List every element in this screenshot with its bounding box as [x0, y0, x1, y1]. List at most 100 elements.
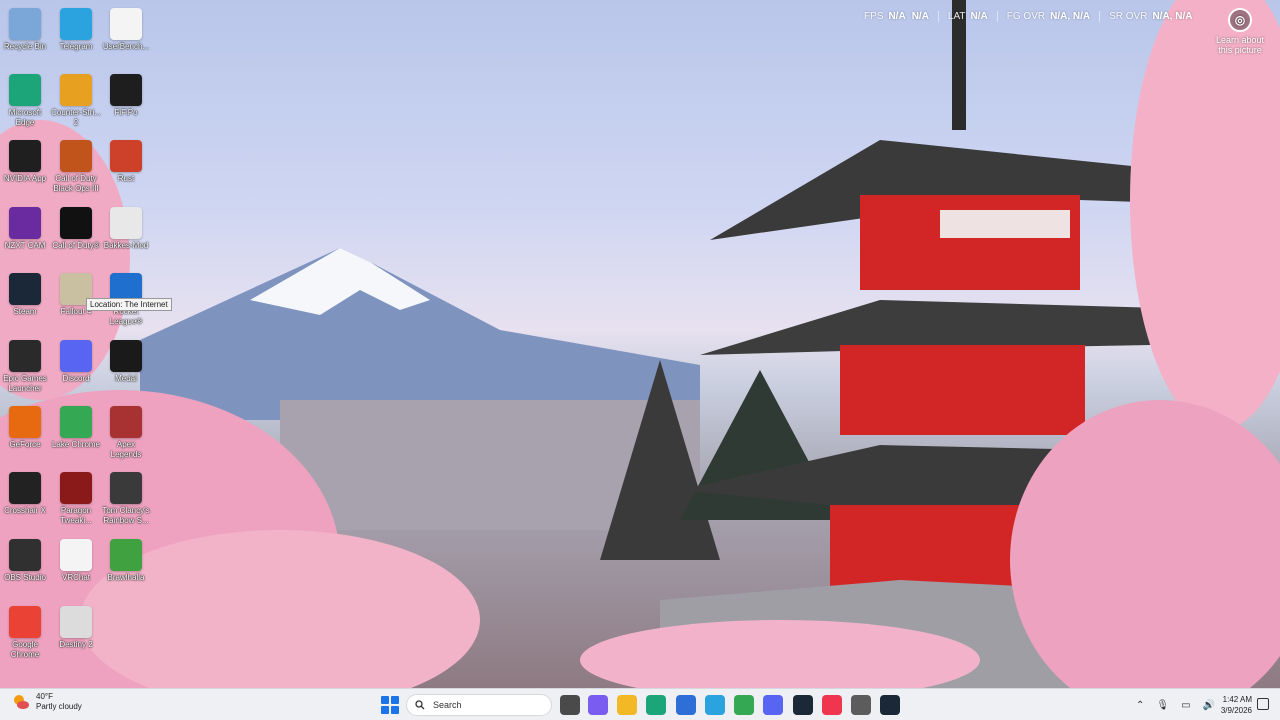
- desktop-icon[interactable]: Recycle Bin: [0, 4, 50, 52]
- steam-icon[interactable]: [880, 695, 900, 715]
- geforce-icon: [9, 406, 41, 438]
- tooltip: Location: The Internet: [86, 298, 172, 311]
- steam-icon: [9, 273, 41, 305]
- performance-overlay: FPS N/A N/A LAT N/A FG OVR N/A, N/A SR O…: [864, 11, 1201, 22]
- desktop-icon-label: Rust: [117, 174, 135, 183]
- chevron-up-icon[interactable]: ⌃: [1136, 700, 1144, 711]
- desktop-icon-label: Medal: [115, 374, 137, 383]
- weather-widget[interactable]: 40°F Partly cloudy: [12, 692, 82, 712]
- notification-icon[interactable]: [1257, 698, 1269, 710]
- desktop-icon[interactable]: Medal: [101, 336, 151, 384]
- desktop-icon-label: Tom Clancy's Rainbow S...: [102, 506, 150, 525]
- discord-icon[interactable]: [763, 695, 783, 715]
- fifipo-icon: [110, 74, 142, 106]
- userbenchmark-icon: [110, 8, 142, 40]
- desktop-icon[interactable]: NVIDIA App: [0, 136, 50, 184]
- desktop-icon[interactable]: Counter-Stri... 2: [51, 70, 101, 128]
- clock-date: 3/9/2026: [1220, 706, 1252, 715]
- system-tray: ⌃ 🎙 ▭ 🔊: [1136, 689, 1215, 720]
- desktop-icon-label: VRChat: [61, 573, 90, 582]
- clock[interactable]: 1:42 AM 3/9/2026: [1212, 694, 1252, 716]
- itunes-icon[interactable]: [822, 695, 842, 715]
- search-box[interactable]: Search: [406, 694, 552, 716]
- epic-icon: [9, 340, 41, 372]
- obs-icon: [9, 539, 41, 571]
- desktop-icon[interactable]: Brawlhalla: [101, 535, 151, 583]
- chrome-icon: [60, 406, 92, 438]
- desktop-icon-label: Paragon Tweaki...: [60, 506, 92, 525]
- steam-icon[interactable]: [793, 695, 813, 715]
- desktop-icon-label: Steam: [13, 307, 37, 316]
- desktop-icon-label: Discord: [62, 374, 90, 383]
- medal-icon: [110, 340, 142, 372]
- desktop-icon[interactable]: Microsoft Edge: [0, 70, 50, 128]
- desktop-icon[interactable]: GeForce: [0, 402, 50, 450]
- desktop-icon[interactable]: Call of Duty®: [51, 203, 101, 251]
- desktop-icon[interactable]: Telegram: [51, 4, 101, 52]
- destiny-icon: [60, 606, 92, 638]
- desktop-icon[interactable]: Lake Chrome: [51, 402, 101, 450]
- camera-icon: ◎: [1228, 8, 1252, 32]
- desktop-icon[interactable]: Paragon Tweaki...: [51, 468, 101, 526]
- desktop-icon[interactable]: Rust: [101, 136, 151, 184]
- desktop-icon[interactable]: Discord: [51, 336, 101, 384]
- edge-icon[interactable]: [646, 695, 666, 715]
- bakkesmod-icon: [110, 207, 142, 239]
- desktop-icon-label: Microsoft Edge: [8, 108, 42, 127]
- desktop-icon-label: Call of Duty Black Ops III: [53, 174, 99, 193]
- cs2-icon: [60, 74, 92, 106]
- file-explorer-icon[interactable]: [617, 695, 637, 715]
- desktop-icon[interactable]: VRChat: [51, 535, 101, 583]
- microphone-icon[interactable]: 🎙: [1156, 700, 1169, 711]
- desktop-icon[interactable]: Steam: [0, 269, 50, 317]
- desktop-icon-label: OBS Studio: [4, 573, 46, 582]
- desktop-icon[interactable]: Crosshair X: [0, 468, 50, 516]
- cod-icon: [60, 207, 92, 239]
- desktop-icon-label: Counter-Stri... 2: [51, 108, 101, 127]
- desktop-icon-label: NZXT CAM: [4, 241, 46, 250]
- windows-logo-icon: [381, 696, 389, 704]
- apex-icon: [110, 406, 142, 438]
- crosshair-icon: [9, 472, 41, 504]
- desktop-icon[interactable]: Epic Games Launcher: [0, 336, 50, 394]
- chrome-icon: [9, 606, 41, 638]
- settings-icon[interactable]: [851, 695, 871, 715]
- desktop-icon-label: Destiny 2: [59, 640, 93, 649]
- desktop-icon-label: Recycle Bin: [3, 42, 47, 51]
- desktop-icon-label: Call of Duty®: [52, 241, 100, 250]
- fps-readout: FPS N/A N/A: [864, 11, 929, 22]
- desktop-icon-label: UserBench...: [102, 42, 150, 51]
- desktop-icon[interactable]: Destiny 2: [51, 602, 101, 650]
- desktop-icon[interactable]: UserBench...: [101, 4, 151, 52]
- desktop-icon[interactable]: NZXT CAM: [0, 203, 50, 251]
- desktop-icon[interactable]: FiFiPo: [101, 70, 151, 118]
- store-icon[interactable]: [676, 695, 696, 715]
- desktop-icon-label: Brawlhalla: [107, 573, 145, 582]
- start-button[interactable]: [381, 696, 399, 714]
- desktop-icon[interactable]: Bakkes-Mod: [101, 203, 151, 251]
- copilot-icon[interactable]: [588, 695, 608, 715]
- desktop-icon-label: GeForce: [9, 440, 41, 449]
- desktop-icon-label: Apex Legends: [110, 440, 142, 459]
- chrome-icon[interactable]: [734, 695, 754, 715]
- desktop-icon-label: Crosshair X: [4, 506, 46, 515]
- recycle-bin-icon: [9, 8, 41, 40]
- task-view-icon[interactable]: [560, 695, 580, 715]
- desktop-icon[interactable]: Google Chrome: [0, 602, 50, 660]
- nvidia-icon: [9, 140, 41, 172]
- desktop-icon-label: FiFiPo: [114, 108, 138, 117]
- network-icon[interactable]: ▭: [1181, 700, 1190, 711]
- desktop-wallpaper: [0, 0, 1280, 688]
- latency-readout: LAT N/A: [937, 11, 997, 22]
- desktop-icon-label: Lake Chrome: [51, 440, 101, 449]
- paragon-icon: [60, 472, 92, 504]
- desktop-icon[interactable]: Tom Clancy's Rainbow S...: [101, 468, 151, 526]
- frame-gen-readout: FG OVR N/A, N/A: [996, 11, 1099, 22]
- telegram-icon[interactable]: [705, 695, 725, 715]
- desktop-icon[interactable]: OBS Studio: [0, 535, 50, 583]
- desktop-icon[interactable]: Call of Duty Black Ops III: [51, 136, 101, 194]
- search-icon: [415, 700, 425, 710]
- desktop-icon[interactable]: Apex Legends: [101, 402, 151, 460]
- partly-cloudy-icon: [12, 693, 30, 711]
- learn-about-picture-button[interactable]: ◎ Learn about this picture: [1212, 8, 1268, 55]
